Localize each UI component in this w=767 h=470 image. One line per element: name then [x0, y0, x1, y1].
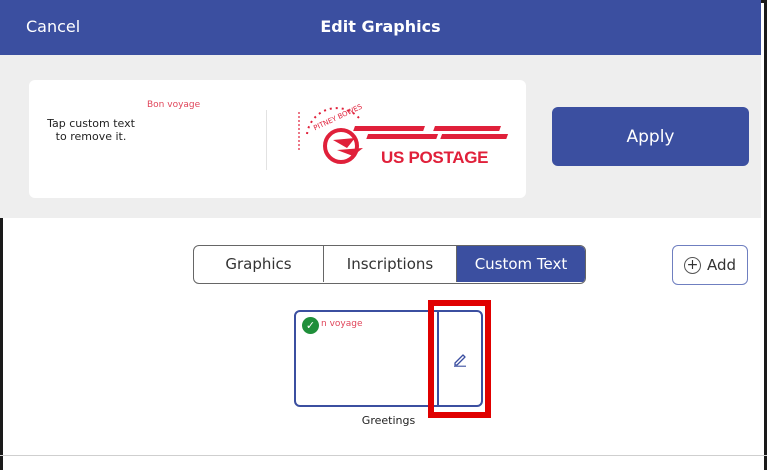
custom-text-tile[interactable]: ✓ n voyage	[294, 310, 483, 407]
preview-custom-text[interactable]: Bon voyage	[147, 100, 200, 110]
edit-button[interactable]	[437, 312, 481, 405]
header-bar: Cancel Edit Graphics	[0, 0, 761, 55]
add-button[interactable]: + Add	[672, 245, 748, 285]
check-circle-icon: ✓	[302, 317, 319, 334]
bottom-divider	[0, 455, 767, 456]
postage-stamp: PITNEY BOWES US POSTAGE	[293, 103, 515, 174]
tab-graphics[interactable]: Graphics	[194, 246, 323, 282]
category-tabs: Graphics Inscriptions Custom Text	[193, 245, 586, 284]
stamp-us-postage-text: US POSTAGE	[381, 148, 489, 167]
preview-area: Tap custom text to remove it. Bon voyage…	[0, 55, 761, 218]
tab-inscriptions[interactable]: Inscriptions	[323, 246, 456, 282]
tile-label: Greetings	[361, 414, 416, 427]
add-button-label: Add	[706, 256, 737, 274]
tab-custom-text[interactable]: Custom Text	[456, 246, 585, 282]
tile-custom-text: n voyage	[321, 319, 363, 329]
pencil-icon	[454, 353, 466, 367]
preview-hint-text: Tap custom text to remove it.	[47, 117, 135, 143]
apply-button[interactable]: Apply	[552, 107, 749, 166]
page-title: Edit Graphics	[320, 17, 441, 36]
preview-divider	[266, 110, 267, 170]
plus-circle-icon: +	[683, 256, 701, 274]
stamp-preview-card: Tap custom text to remove it. Bon voyage…	[29, 80, 526, 198]
